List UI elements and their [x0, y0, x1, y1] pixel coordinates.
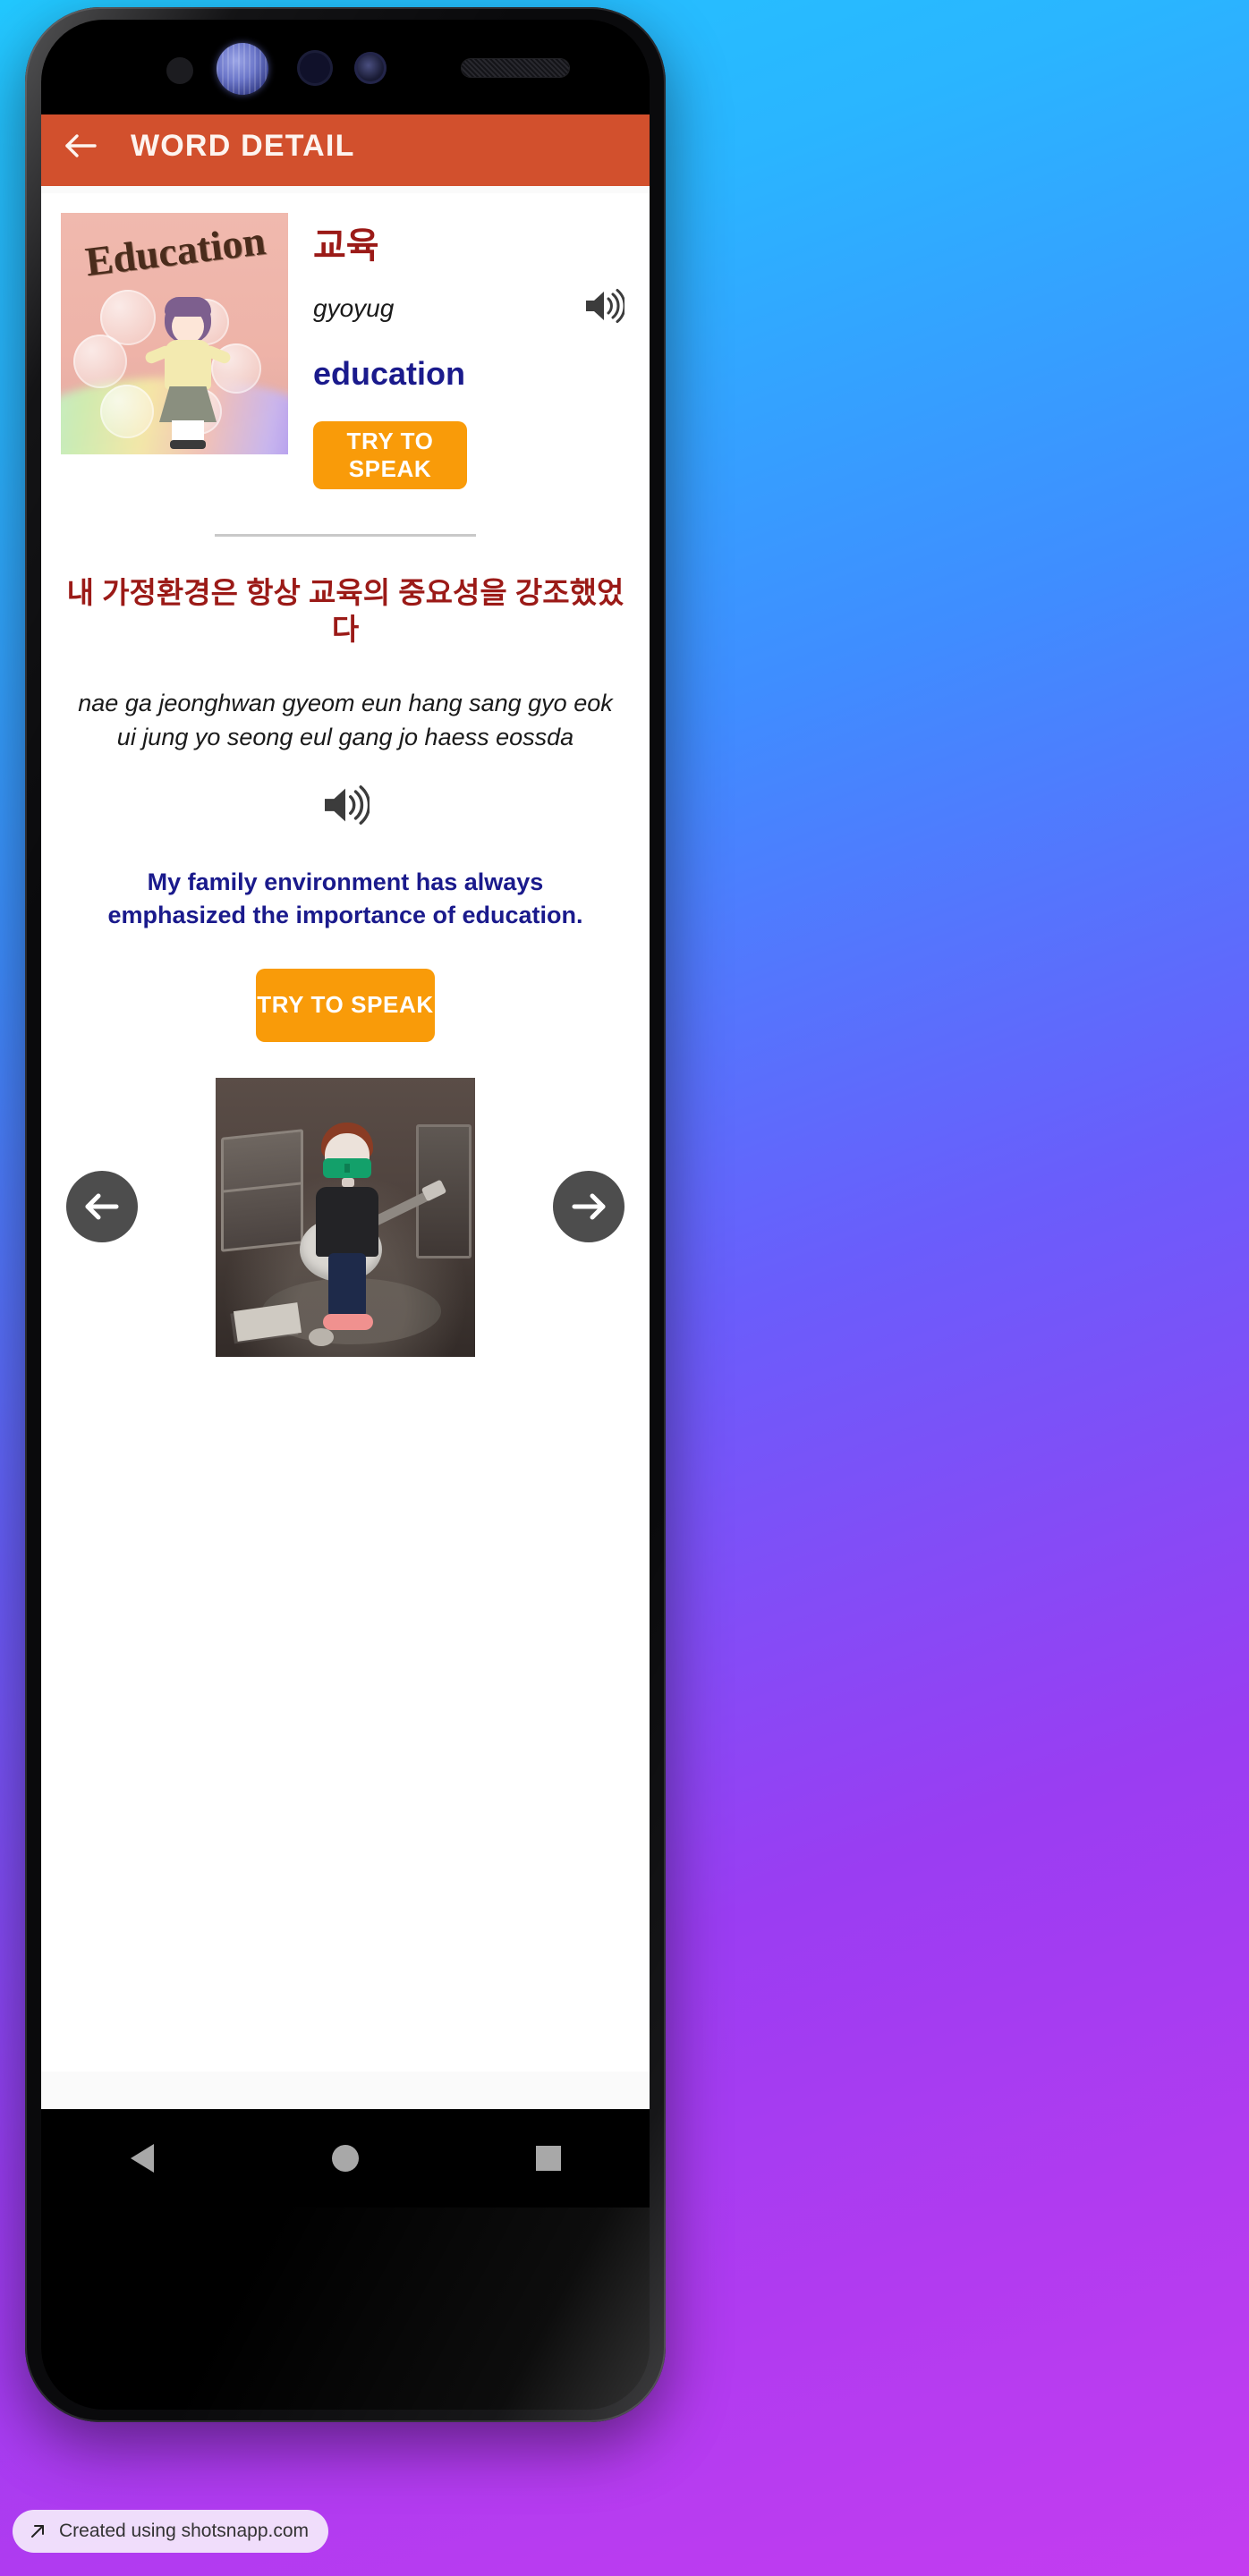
boy-shoes: [323, 1313, 373, 1330]
sentence-speak-wrapper: TRY TO SPEAK: [66, 968, 624, 1042]
arrow-left-circle-icon: [85, 1193, 119, 1220]
green-glasses-icon: [323, 1157, 371, 1178]
phone-frame: WORD DETAIL Education 교육 gyoyug educatio…: [25, 7, 666, 2422]
sentence-block: 내 가정환경은 항상 교육의 중요성을 강조했었다 nae ga jeonghw…: [41, 574, 650, 1042]
sentence-try-to-speak-button[interactable]: TRY TO SPEAK: [256, 968, 435, 1042]
arrow-left-icon: [65, 134, 97, 157]
speaker-icon: [586, 289, 626, 323]
word-detail-card: Education 교육 gyoyug education TRY TO SPE…: [41, 193, 650, 2072]
word-try-to-speak-button[interactable]: TRY TO SPEAK: [313, 421, 467, 489]
speaker-icon: [325, 785, 371, 826]
bubble-icon: [73, 335, 127, 388]
shelf-left: [221, 1128, 303, 1252]
content-scroll-area[interactable]: Education 교육 gyoyug education TRY TO SPE…: [41, 186, 650, 2109]
home-circle-icon: [331, 2145, 359, 2172]
word-korean: 교육: [313, 226, 379, 266]
sentence-korean: 내 가정환경은 항상 교육의 중요성을 강조했었다: [66, 576, 624, 647]
girl-bangs: [165, 297, 211, 317]
app-screen: WORD DETAIL Education 교육 gyoyug educatio…: [41, 106, 650, 2109]
back-button[interactable]: [61, 125, 102, 166]
next-word-button[interactable]: [553, 1170, 624, 1242]
phone-sensor-strip: [41, 20, 650, 114]
android-home-button[interactable]: [313, 2126, 378, 2190]
app-bar: WORD DETAIL: [41, 106, 650, 186]
android-navigation-bar: [41, 2109, 650, 2207]
bubble-icon: [100, 385, 154, 438]
section-divider: [215, 534, 476, 537]
android-recents-button[interactable]: [516, 2126, 581, 2190]
earpiece-speaker-grille: [462, 59, 569, 77]
iris-scanner-stripes: [217, 43, 268, 95]
sentence-audio-button[interactable]: [321, 784, 371, 830]
page-title: WORD DETAIL: [131, 128, 355, 163]
girl-skirt: [159, 386, 217, 422]
illustration-caption: Education: [82, 216, 268, 285]
back-triangle-icon: [131, 2144, 155, 2173]
previous-word-button[interactable]: [66, 1170, 138, 1242]
word-audio-button[interactable]: [583, 288, 626, 328]
recents-square-icon: [535, 2146, 561, 2171]
android-back-button[interactable]: [110, 2126, 174, 2190]
watermark-badge[interactable]: Created using shotsnapp.com: [13, 2510, 328, 2553]
front-camera-icon: [354, 52, 387, 84]
boy-torso: [316, 1186, 378, 1257]
sentence-illustration: [216, 1077, 475, 1357]
girl-shoes: [170, 440, 206, 449]
media-carousel: [41, 1077, 650, 1364]
word-text-column: 교육 gyoyug education TRY TO SPEAK: [313, 213, 630, 489]
sentence-audio-row: [66, 784, 624, 830]
word-illustration: Education: [61, 213, 288, 454]
sentence-romanization: nae ga jeonghwan gyeom eun hang sang gyo…: [78, 689, 613, 750]
sentence-english: My family environment has always emphasi…: [107, 869, 583, 929]
girl-figure: [143, 297, 233, 449]
phone-screen: WORD DETAIL Education 교육 gyoyug educatio…: [41, 20, 650, 2410]
proximity-sensor-icon: [297, 50, 333, 86]
boy-legs: [328, 1252, 366, 1318]
cup: [309, 1327, 334, 1346]
arrow-up-right-icon: [31, 2525, 44, 2538]
word-summary-row: Education 교육 gyoyug education TRY TO SPE…: [41, 213, 650, 489]
infrared-sensor-icon: [166, 57, 193, 84]
watermark-text: Created using shotsnapp.com: [59, 2521, 309, 2541]
arrow-right-circle-icon: [572, 1193, 606, 1220]
girl-sweater: [165, 340, 211, 390]
word-romanization-row: gyoyug: [313, 288, 630, 328]
boy-mouth: [342, 1177, 354, 1187]
word-romanization: gyoyug: [313, 293, 395, 322]
word-english: education: [313, 355, 466, 392]
